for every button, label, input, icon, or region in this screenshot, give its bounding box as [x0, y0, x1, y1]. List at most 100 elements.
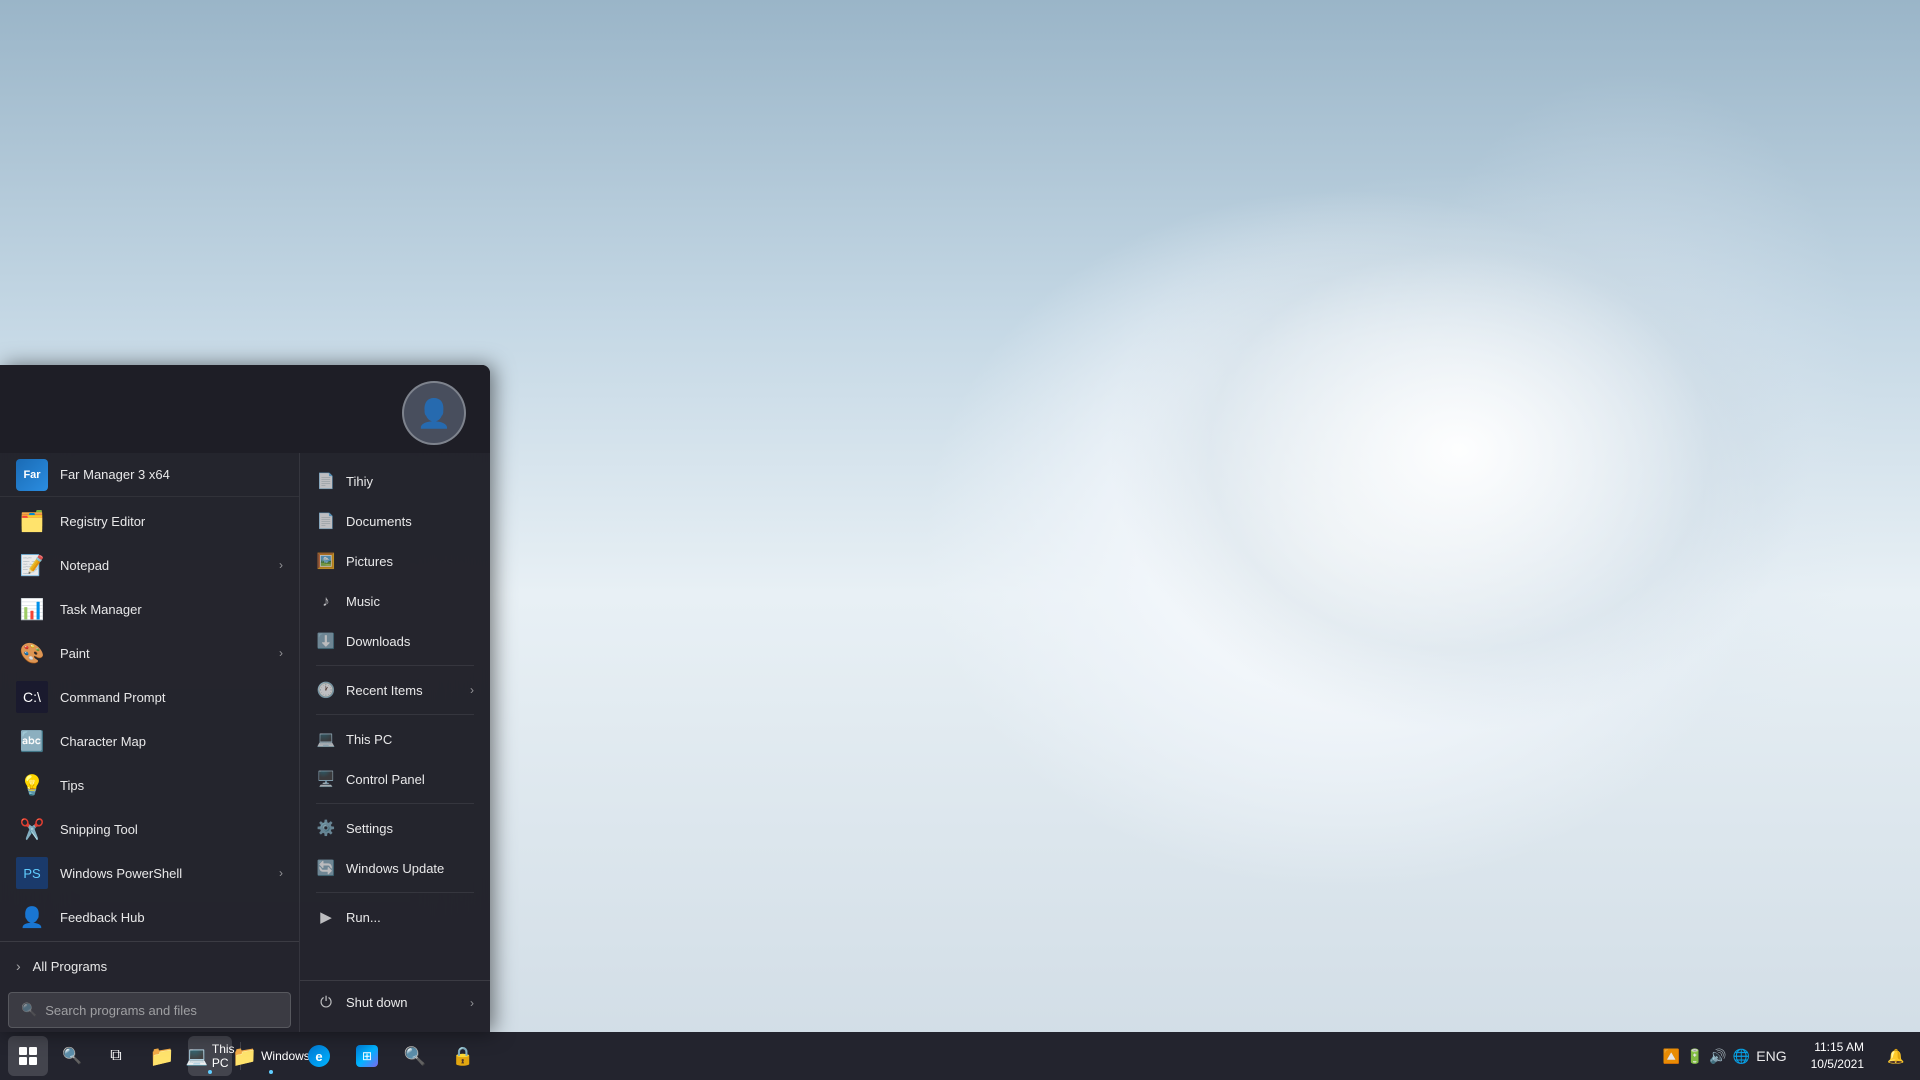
- windows-folder-icon: 📁: [232, 1044, 257, 1069]
- notification-button[interactable]: 🔔: [1880, 1036, 1912, 1076]
- taskbar-search2-button[interactable]: 🔍: [393, 1036, 437, 1076]
- registry-editor-icon: 🗂️: [16, 505, 48, 537]
- program-item-tips[interactable]: 💡 Tips: [0, 763, 299, 807]
- tray-show-hidden-icon[interactable]: 🔼: [1663, 1048, 1680, 1065]
- right-item-music[interactable]: ♪ Music: [300, 581, 490, 621]
- clock-time: 11:15 AM: [1811, 1039, 1864, 1056]
- powershell-label: Windows PowerShell: [60, 866, 182, 881]
- taskview-icon: ⧉: [110, 1047, 121, 1065]
- shutdown-icon: ⏻: [316, 993, 336, 1013]
- program-item-command-prompt[interactable]: C:\ Command Prompt: [0, 675, 299, 719]
- pinned-app-far-manager[interactable]: Far Far Manager 3 x64: [0, 453, 299, 497]
- tihiy-icon: 📄: [316, 471, 336, 491]
- thispc-taskbar-icon: 💻: [185, 1046, 207, 1067]
- taskbar-explorer-button[interactable]: 📁: [140, 1036, 184, 1076]
- program-item-snipping-tool[interactable]: ✂️ Snipping Tool: [0, 807, 299, 851]
- far-manager-icon: Far: [16, 459, 48, 491]
- taskbar-edge-button[interactable]: e: [297, 1036, 341, 1076]
- far-manager-label: Far Manager 3 x64: [60, 467, 170, 482]
- search-input[interactable]: [45, 1003, 278, 1018]
- right-item-settings[interactable]: ⚙️ Settings: [300, 808, 490, 848]
- program-item-powershell[interactable]: PS Windows PowerShell ›: [0, 851, 299, 895]
- user-avatar-button[interactable]: 👤: [402, 381, 466, 445]
- taskbar-clock[interactable]: 11:15 AM 10/5/2021: [1803, 1039, 1872, 1073]
- taskbar-windows-folder-button[interactable]: 📁 Windows: [249, 1036, 293, 1076]
- control-panel-icon: 🖥️: [316, 769, 336, 789]
- start-button[interactable]: [8, 1036, 48, 1076]
- right-item-this-pc[interactable]: 💻 This PC: [300, 719, 490, 759]
- windows-logo-icon: [19, 1047, 37, 1065]
- music-label: Music: [346, 594, 380, 609]
- notepad-icon: 📝: [16, 549, 48, 581]
- tihiy-label: Tihiy: [346, 474, 373, 489]
- right-item-pictures[interactable]: 🖼️ Pictures: [300, 541, 490, 581]
- notification-icon: 🔔: [1887, 1048, 1904, 1065]
- start-menu: 👤 Far Far Manager 3 x64 🗂️ Registry Edit…: [0, 365, 490, 1032]
- program-item-feedback-hub[interactable]: 👤 Feedback Hub: [0, 895, 299, 939]
- taskbar-thispc-button[interactable]: 💻 This PC: [188, 1036, 232, 1076]
- tray-icons: 🔼 🔋 🔊 🌐 ENG: [1655, 1048, 1795, 1065]
- tray-battery-icon[interactable]: 🔋: [1686, 1048, 1703, 1065]
- character-map-label: Character Map: [60, 734, 146, 749]
- paint-icon: 🎨: [16, 637, 48, 669]
- horse-illustration: [920, 100, 1820, 800]
- start-search-bar[interactable]: 🔍: [8, 992, 291, 1028]
- shutdown-arrow: ›: [470, 996, 474, 1010]
- downloads-icon: ⬇️: [316, 631, 336, 651]
- all-programs-label: All Programs: [33, 959, 107, 974]
- taskbar-system-tray: 🔼 🔋 🔊 🌐 ENG 11:15 AM 10/5/2021 🔔: [1655, 1036, 1912, 1076]
- tray-network-icon[interactable]: 🌐: [1733, 1048, 1750, 1065]
- user-avatar-icon: 👤: [402, 381, 466, 445]
- registry-editor-label: Registry Editor: [60, 514, 145, 529]
- task-manager-icon: 📊: [16, 593, 48, 625]
- taskbar-taskview-button[interactable]: ⧉: [96, 1036, 136, 1076]
- music-icon: ♪: [316, 591, 336, 611]
- right-item-run[interactable]: ▶ Run...: [300, 897, 490, 937]
- all-programs-chevron: ›: [16, 958, 21, 974]
- run-icon: ▶: [316, 907, 336, 927]
- snipping-tool-label: Snipping Tool: [60, 822, 138, 837]
- character-map-icon: 🔤: [16, 725, 48, 757]
- start-left-panel: Far Far Manager 3 x64 🗂️ Registry Editor…: [0, 453, 300, 1032]
- program-item-registry-editor[interactable]: 🗂️ Registry Editor: [0, 499, 299, 543]
- tray-lang-label[interactable]: ENG: [1756, 1048, 1786, 1064]
- clock-date: 10/5/2021: [1811, 1056, 1864, 1073]
- shutdown-label: Shut down: [346, 995, 407, 1010]
- program-item-paint[interactable]: 🎨 Paint ›: [0, 631, 299, 675]
- all-programs-button[interactable]: › All Programs: [0, 944, 299, 988]
- recent-items-label: Recent Items: [346, 683, 423, 698]
- taskbar-store-button[interactable]: ⊞: [345, 1036, 389, 1076]
- windows-update-icon: 🔄: [316, 858, 336, 878]
- feedback-hub-label: Feedback Hub: [60, 910, 145, 925]
- right-item-windows-update[interactable]: 🔄 Windows Update: [300, 848, 490, 888]
- command-prompt-icon: C:\: [16, 681, 48, 713]
- right-item-tihiy[interactable]: 📄 Tihiy: [300, 461, 490, 501]
- program-item-character-map[interactable]: 🔤 Character Map: [0, 719, 299, 763]
- settings-icon: ⚙️: [316, 818, 336, 838]
- feedback-hub-icon: 👤: [16, 901, 48, 933]
- snipping-tool-icon: ✂️: [16, 813, 48, 845]
- security-icon: 🔒: [452, 1046, 474, 1067]
- program-item-notepad[interactable]: 📝 Notepad ›: [0, 543, 299, 587]
- tray-sound-icon[interactable]: 🔊: [1709, 1048, 1726, 1065]
- shutdown-button[interactable]: ⏻ Shut down ›: [300, 980, 490, 1024]
- far-manager-icon-text: Far: [23, 469, 40, 481]
- taskbar: 🔍 ⧉ 📁 💻 This PC 📁 Windows e ⊞ 🔍 🔒 🔼 🔋: [0, 1032, 1920, 1080]
- pictures-label: Pictures: [346, 554, 393, 569]
- taskbar-security-button[interactable]: 🔒: [441, 1036, 485, 1076]
- right-item-documents[interactable]: 📄 Documents: [300, 501, 490, 541]
- taskbar-search-icon: 🔍: [62, 1046, 82, 1066]
- powershell-icon: PS: [16, 857, 48, 889]
- right-separator-1: [316, 665, 474, 666]
- taskbar-search-button[interactable]: 🔍: [52, 1036, 92, 1076]
- recent-items-arrow: ›: [470, 683, 474, 697]
- right-item-recent-items[interactable]: 🕐 Recent Items ›: [300, 670, 490, 710]
- right-item-downloads[interactable]: ⬇️ Downloads: [300, 621, 490, 661]
- search-icon: 🔍: [21, 1002, 37, 1018]
- edge-icon: e: [308, 1045, 330, 1067]
- right-item-control-panel[interactable]: 🖥️ Control Panel: [300, 759, 490, 799]
- notepad-arrow: ›: [279, 558, 283, 572]
- program-item-task-manager[interactable]: 📊 Task Manager: [0, 587, 299, 631]
- command-prompt-label: Command Prompt: [60, 690, 165, 705]
- user-profile-area: 👤: [0, 365, 490, 453]
